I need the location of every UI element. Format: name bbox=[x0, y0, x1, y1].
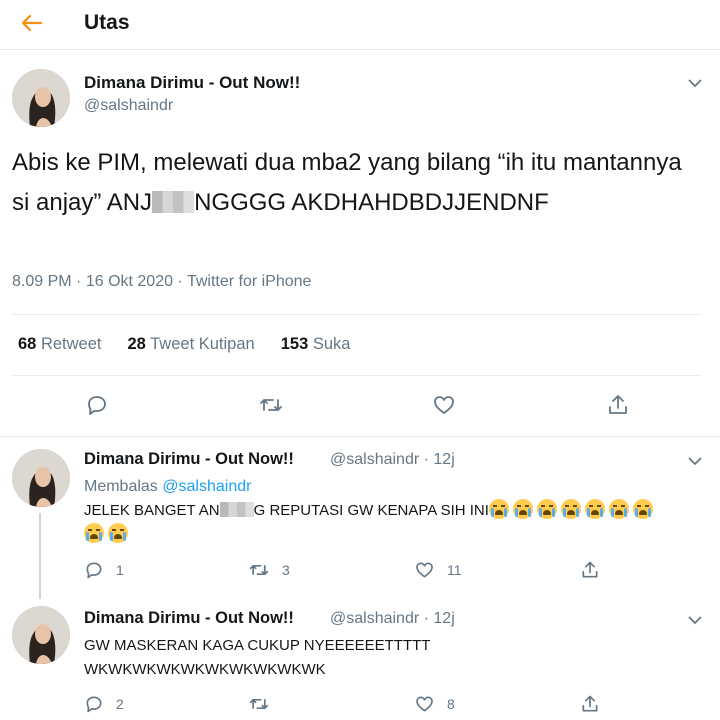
reply-icon bbox=[86, 562, 102, 579]
censor-blur bbox=[152, 191, 195, 213]
divider bbox=[12, 314, 702, 315]
tweet-time[interactable]: 8.09 PM bbox=[12, 273, 72, 290]
share-icon bbox=[609, 395, 627, 414]
share-button[interactable] bbox=[580, 560, 600, 580]
reply-options-button[interactable] bbox=[682, 448, 708, 474]
retweet-button[interactable] bbox=[248, 694, 282, 714]
share-icon bbox=[582, 695, 598, 712]
retweet-stat[interactable]: 68 Retweet bbox=[18, 335, 101, 354]
author-handle[interactable]: @salshaindr bbox=[84, 97, 173, 115]
reply-icon bbox=[86, 696, 102, 713]
reply-text: GW MASKERAN KAGA CUKUP NYEEEEEETTTTT WKW… bbox=[84, 637, 431, 678]
divider bbox=[12, 375, 702, 376]
reply-options-button[interactable] bbox=[682, 607, 708, 633]
reply-button[interactable] bbox=[85, 393, 109, 417]
back-arrow-icon bbox=[21, 14, 43, 32]
like-button[interactable]: 8 bbox=[414, 694, 455, 714]
mention-link[interactable]: @salshaindr bbox=[162, 478, 251, 495]
crying-emoji-icon bbox=[488, 499, 657, 519]
reply-count: 2 bbox=[116, 696, 124, 712]
crying-emoji-icon bbox=[84, 523, 132, 543]
reply-author-name[interactable]: Dimana Dirimu - Out Now!! bbox=[84, 609, 294, 628]
like-button[interactable] bbox=[432, 393, 456, 417]
like-icon bbox=[434, 396, 454, 414]
tweet-text-part2: NGGGG AKDHAHDBDJJENDNF bbox=[194, 189, 549, 216]
tweet-date[interactable]: 16 Okt 2020 bbox=[86, 273, 173, 290]
replying-to: Membalas @salshaindr bbox=[84, 478, 252, 495]
like-icon bbox=[416, 696, 433, 712]
retweet-icon bbox=[260, 399, 282, 411]
avatar[interactable] bbox=[12, 449, 70, 507]
chevron-down-icon bbox=[688, 456, 702, 465]
like-count: 8 bbox=[447, 696, 455, 712]
censor-blur bbox=[219, 502, 254, 517]
retweet-button[interactable]: 3 bbox=[248, 560, 290, 580]
reply-author-handle[interactable]: @salshaindr bbox=[330, 610, 419, 627]
reply-age[interactable]: 12j bbox=[433, 451, 454, 468]
share-icon bbox=[582, 561, 598, 578]
retweet-icon bbox=[249, 565, 269, 575]
avatar[interactable] bbox=[12, 606, 70, 664]
tweet-source[interactable]: Twitter for iPhone bbox=[187, 273, 312, 290]
retweet-icon bbox=[249, 699, 269, 709]
reply-text: JELEK BANGET AN G REPUTASI GW KENAPA SIH … bbox=[84, 499, 704, 547]
author-name[interactable]: Dimana Dirimu - Out Now!! bbox=[84, 73, 300, 93]
back-button[interactable] bbox=[16, 8, 48, 38]
reply-author-name[interactable]: Dimana Dirimu - Out Now!! bbox=[84, 450, 294, 469]
like-button[interactable]: 11 bbox=[414, 560, 462, 580]
reply-author-handle[interactable]: @salshaindr bbox=[330, 451, 419, 468]
reply-age[interactable]: 12j bbox=[433, 610, 454, 627]
share-button[interactable] bbox=[580, 694, 600, 714]
reply-button[interactable]: 1 bbox=[84, 560, 124, 580]
avatar[interactable] bbox=[12, 69, 70, 127]
retweet-button[interactable] bbox=[258, 393, 284, 417]
reply-meta: @salshaindr · 12j bbox=[330, 610, 455, 627]
tweet-options-button[interactable] bbox=[682, 70, 708, 96]
reply-meta: @salshaindr · 12j bbox=[330, 451, 455, 468]
thread-line bbox=[39, 513, 41, 599]
tweet-stats: 68 Retweet 28 Tweet Kutipan 153 Suka bbox=[18, 335, 376, 354]
page-title: Utas bbox=[84, 11, 130, 34]
share-button[interactable] bbox=[606, 393, 630, 417]
reply-icon bbox=[88, 396, 106, 415]
divider bbox=[0, 436, 720, 437]
tweet-meta: 8.09 PM · 16 Okt 2020 · Twitter for iPho… bbox=[12, 273, 312, 290]
top-bar: Utas bbox=[0, 0, 720, 50]
like-icon bbox=[416, 562, 433, 578]
quote-stat[interactable]: 28 Tweet Kutipan bbox=[127, 335, 254, 354]
reply-button[interactable]: 2 bbox=[84, 694, 124, 714]
reply-count: 1 bbox=[116, 562, 124, 578]
chevron-down-icon bbox=[688, 615, 702, 624]
retweet-count: 3 bbox=[282, 562, 290, 578]
like-count: 11 bbox=[447, 562, 462, 578]
tweet-text: Abis ke PIM, melewati dua mba2 yang bila… bbox=[12, 143, 702, 223]
chevron-down-icon bbox=[688, 78, 702, 87]
like-stat[interactable]: 153 Suka bbox=[281, 335, 351, 354]
